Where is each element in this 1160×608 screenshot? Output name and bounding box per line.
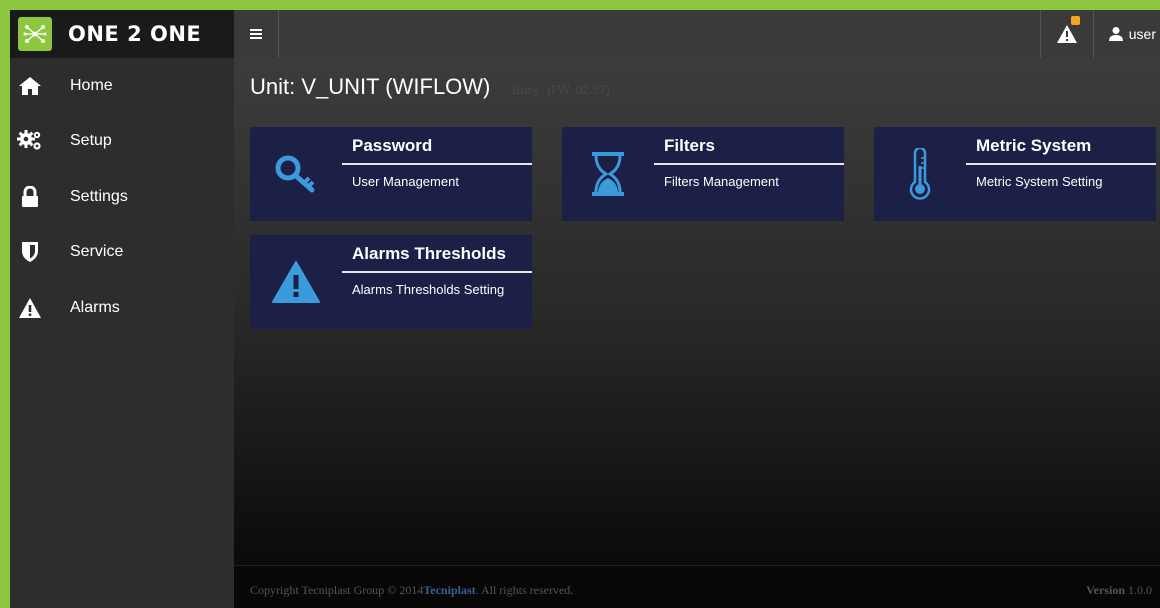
unit-title-text: Unit: V_UNIT (WIFLOW) — [250, 74, 491, 99]
tile-subtitle: Filters Management — [664, 174, 779, 189]
menu-toggle-button[interactable] — [234, 10, 279, 58]
tile-divider — [966, 163, 1156, 165]
tile-title: Filters — [664, 136, 716, 155]
sidebar-item-setup[interactable]: Setup — [10, 114, 234, 170]
sidebar-item-label: Setup — [70, 132, 112, 150]
tecniplast-link[interactable]: Tecniplast — [423, 583, 475, 597]
unit-status: Busy — [512, 83, 540, 97]
user-label: user — [1128, 26, 1156, 42]
user-menu-button[interactable]: user — [1092, 10, 1160, 58]
version-label: Version — [1086, 583, 1125, 597]
brand[interactable]: ONE 2 ONE — [10, 10, 234, 58]
warning-icon — [10, 297, 50, 319]
alerts-badge — [1070, 16, 1080, 25]
app-frame: ONE 2 ONE user Home Setup Settings Servi… — [10, 10, 1160, 608]
sidebar-item-label: Settings — [70, 187, 128, 205]
copyright-suffix: . All rights reserved. — [475, 583, 574, 597]
key-icon — [250, 127, 342, 221]
top-bar: user — [234, 10, 1160, 58]
tile-divider — [342, 271, 532, 273]
tile-title: Metric System — [976, 136, 1092, 155]
app-title: ONE 2 ONE — [68, 22, 202, 46]
warning-icon — [1056, 25, 1077, 43]
tile-divider — [654, 163, 844, 165]
version-text: Version 1.0.0 — [1086, 583, 1152, 598]
unit-firmware: (FW. 02.57) — [547, 83, 610, 97]
tile-subtitle: Metric System Setting — [976, 174, 1103, 189]
copyright-text: Copyright Tecniplast Group © 2014Tecnipl… — [250, 583, 573, 598]
app-logo-icon — [18, 17, 52, 51]
gears-icon — [10, 129, 50, 153]
footer: Copyright Tecniplast Group © 2014Tecnipl… — [234, 565, 1160, 608]
hamburger-icon — [250, 29, 262, 39]
page-title: Unit: V_UNIT (WIFLOW) Busy (FW. 02.57) — [250, 74, 610, 100]
tile-title: Alarms Thresholds — [352, 244, 506, 263]
hourglass-icon — [562, 127, 654, 221]
main-content: Unit: V_UNIT (WIFLOW) Busy (FW. 02.57) P… — [234, 58, 1160, 608]
sidebar-item-label: Service — [70, 243, 124, 261]
thermometer-icon — [874, 127, 966, 221]
alerts-button[interactable] — [1039, 10, 1093, 58]
tile-divider — [342, 163, 532, 165]
tile-subtitle: Alarms Thresholds Setting — [352, 282, 505, 297]
sidebar-item-service[interactable]: Service — [10, 225, 234, 281]
tile-subtitle: User Management — [352, 174, 459, 189]
sidebar-item-alarms[interactable]: Alarms — [10, 280, 234, 336]
sidebar-item-label: Home — [70, 76, 113, 94]
sidebar-item-home[interactable]: Home — [10, 58, 234, 114]
warning-icon — [250, 235, 342, 329]
tile-alarms-thresholds[interactable]: Alarms Thresholds Alarms Thresholds Sett… — [250, 235, 532, 329]
tile-password[interactable]: Password User Management — [250, 127, 532, 221]
sidebar-item-label: Alarms — [70, 298, 120, 316]
tile-filters[interactable]: Filters Filters Management — [562, 127, 844, 221]
sidebar: Home Setup Settings Service Alarms — [10, 58, 234, 608]
tile-metric-system[interactable]: Metric System Metric System Setting — [874, 127, 1156, 221]
shield-icon — [10, 241, 50, 263]
user-icon — [1108, 27, 1123, 41]
home-icon — [10, 76, 50, 96]
lock-icon — [10, 185, 50, 208]
tile-title: Password — [352, 136, 433, 155]
sidebar-item-settings[interactable]: Settings — [10, 169, 234, 225]
copyright-prefix: Copyright Tecniplast Group © 2014 — [250, 583, 424, 597]
version-number: 1.0.0 — [1128, 583, 1152, 597]
